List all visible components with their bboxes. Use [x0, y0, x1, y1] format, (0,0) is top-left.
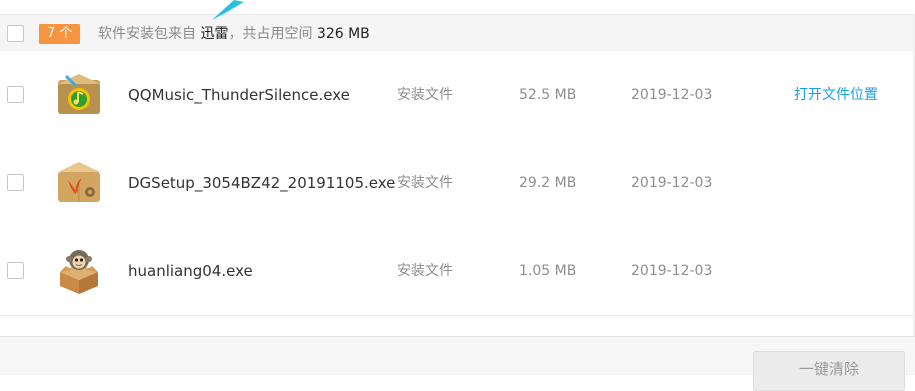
file-size: 29.2 MB: [519, 175, 577, 191]
dg-setup-package-icon: [58, 162, 100, 202]
file-row[interactable]: DGSetup_3054BZ42_20191105.exe 安装文件 29.2 …: [0, 139, 915, 228]
summary-prefix: 软件安装包来自: [98, 26, 196, 42]
file-type: 安装文件: [397, 263, 453, 279]
file-name: QQMusic_ThunderSilence.exe: [128, 86, 350, 104]
monkey-package-icon: [60, 250, 98, 294]
select-all-checkbox[interactable]: [7, 25, 24, 42]
qqmusic-package-icon: [58, 74, 100, 114]
row-checkbox[interactable]: [7, 86, 24, 103]
summary-middle: ，共占用空间: [228, 26, 313, 42]
count-badge: 7 个: [39, 24, 81, 44]
file-date: 2019-12-03: [631, 175, 713, 191]
cursor-arrow-icon: [212, 0, 244, 20]
file-size: 52.5 MB: [519, 87, 577, 103]
footer-bar: 一键清除: [0, 336, 915, 391]
list-header: 7 个 软件安装包来自 迅雷，共占用空间 326 MB: [0, 14, 915, 52]
one-click-clean-button[interactable]: 一键清除: [753, 351, 905, 391]
file-date: 2019-12-03: [631, 87, 713, 103]
row-checkbox[interactable]: [7, 174, 24, 191]
file-row[interactable]: huanliang04.exe 安装文件 1.05 MB 2019-12-03: [0, 227, 915, 316]
source-name: 迅雷: [200, 26, 229, 42]
summary-text: 软件安装包来自 迅雷，共占用空间 326 MB: [98, 24, 370, 44]
file-row[interactable]: QQMusic_ThunderSilence.exe 安装文件 52.5 MB …: [0, 51, 915, 140]
total-size: 326 MB: [316, 26, 370, 42]
file-type: 安装文件: [397, 175, 453, 191]
file-date: 2019-12-03: [631, 263, 713, 279]
file-type: 安装文件: [397, 87, 453, 103]
file-name: DGSetup_3054BZ42_20191105.exe: [128, 174, 396, 192]
row-checkbox[interactable]: [7, 262, 24, 279]
file-name: huanliang04.exe: [128, 262, 253, 280]
top-spacer: [0, 0, 915, 14]
open-file-location-link[interactable]: 打开文件位置: [794, 85, 878, 105]
file-size: 1.05 MB: [519, 263, 577, 279]
